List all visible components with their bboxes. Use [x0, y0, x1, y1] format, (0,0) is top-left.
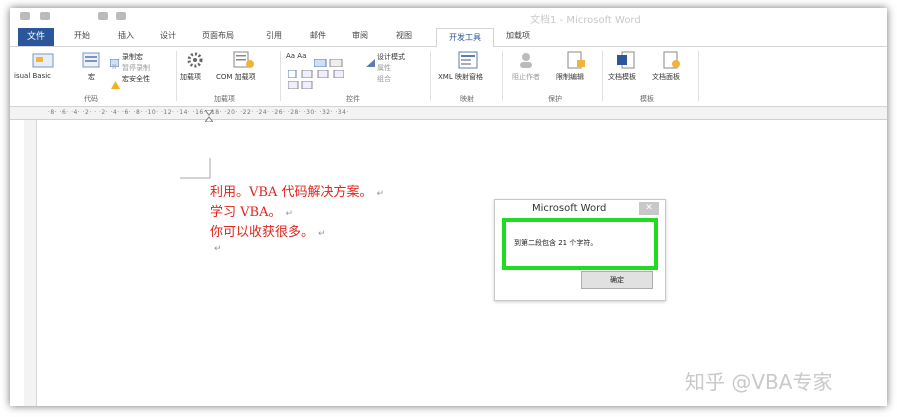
tab-references[interactable]: 引用 [266, 30, 282, 41]
legacy-tools-icon[interactable] [287, 74, 318, 90]
group-divider [502, 51, 503, 101]
tab-addins[interactable]: 加载项 [506, 30, 530, 41]
record-macro-icon [109, 52, 120, 68]
undo-icon[interactable] [40, 12, 50, 20]
document-line[interactable]: 利用。VBA 代码解决方案。 ↵ [210, 181, 384, 200]
dialog-message-box: 到第二段包含 21 个字符。 [502, 218, 658, 270]
tab-file[interactable]: 文件 [18, 28, 54, 46]
group-divider [176, 51, 177, 101]
addins-gear-icon [186, 51, 206, 69]
macros-button[interactable]: 宏 [88, 72, 95, 82]
restrict-editing-button[interactable]: 限制编辑 [556, 72, 584, 82]
horizontal-ruler[interactable]: ·8· ·6· ·4· ·2· · ·2· ·4· ·6· ·8· ·10· ·… [10, 107, 887, 123]
block-authors-button[interactable]: 阻止作者 [512, 72, 540, 82]
dialog-title-bar[interactable]: Microsoft Word ✕ [495, 200, 665, 218]
design-mode-button[interactable]: 设计模式 [377, 52, 405, 62]
group-label-controls: 控件 [346, 95, 360, 103]
dialog-message: 到第二段包含 21 个字符。 [514, 239, 598, 247]
xml-mapping-icon [458, 51, 478, 69]
group-label-code: 代码 [84, 95, 98, 103]
document-panel-button[interactable]: 文档面板 [652, 72, 680, 82]
pause-icon: II [112, 63, 117, 71]
com-addins-icon [232, 51, 256, 69]
group-divider [280, 51, 281, 101]
tab-developer[interactable]: 开发工具 [436, 28, 494, 48]
ruler-ticks: ·8· ·6· ·4· ·2· · ·2· ·4· ·6· ·8· ·10· ·… [48, 109, 349, 116]
title-bar: 文档1 - Microsoft Word [10, 8, 887, 28]
document-line[interactable]: 学习 VBA。 ↵ [210, 201, 293, 220]
pause-recording-button[interactable]: 暂停录制 [122, 63, 150, 73]
ribbon-developer: isual Basic 宏 录制宏 II 暂停录制 宏安全性 代码 加载项 CO… [10, 47, 887, 107]
group-label-addins: 加载项 [214, 95, 235, 103]
margin-corner-mark [180, 158, 212, 182]
dialog-title: Microsoft Word [532, 203, 607, 214]
document-template-icon [616, 51, 636, 69]
group-label-templates: 模板 [640, 95, 654, 103]
design-mode-icon [366, 52, 375, 67]
group-divider [430, 51, 431, 101]
document-line[interactable]: 你可以收获很多。 ↵ [210, 221, 326, 240]
addins-button[interactable]: 加载项 [180, 72, 201, 82]
word-window: 文档1 - Microsoft Word 文件 开始 插入 设计 页面布局 引用… [10, 8, 887, 406]
properties-button[interactable]: 属性 [377, 63, 391, 73]
tab-review[interactable]: 审阅 [352, 30, 368, 41]
com-addins-button[interactable]: COM 加载项 [216, 72, 256, 82]
macros-icon [82, 51, 102, 69]
checkbox-controls-icon[interactable] [287, 63, 345, 79]
xml-mapping-pane-button[interactable]: XML 映射窗格 [438, 72, 483, 82]
redo-icon[interactable] [98, 12, 108, 20]
group-label-protect: 保护 [548, 95, 562, 103]
warning-icon [111, 74, 120, 89]
group-label-mapping: 映射 [460, 95, 474, 103]
rich-text-control-icon[interactable]: Aa Aa [286, 52, 306, 60]
indent-marker-icon[interactable] [203, 107, 215, 123]
document-panel-icon [662, 51, 682, 69]
macro-security-button[interactable]: 宏安全性 [122, 74, 150, 84]
group-divider [698, 51, 699, 101]
visual-basic-icon [32, 51, 54, 69]
block-authors-icon [518, 51, 538, 69]
document-template-button[interactable]: 文档模板 [608, 72, 636, 82]
ok-button[interactable]: 确定 [581, 271, 653, 289]
ribbon-tabs: 文件 开始 插入 设计 页面布局 引用 邮件 审阅 视图 开发工具 加载项 [10, 28, 887, 48]
visual-basic-button[interactable]: isual Basic [14, 72, 51, 80]
tab-home[interactable]: 开始 [74, 30, 90, 41]
restrict-editing-icon [566, 51, 586, 69]
vertical-ruler[interactable] [24, 120, 37, 406]
tab-page-layout[interactable]: 页面布局 [202, 30, 234, 41]
group-button[interactable]: 组合 [377, 74, 391, 84]
customize-icon[interactable] [116, 12, 126, 20]
close-icon[interactable]: ✕ [639, 202, 659, 215]
tab-view[interactable]: 视图 [396, 30, 412, 41]
empty-paragraph[interactable]: ↵ [210, 240, 222, 255]
tab-design[interactable]: 设计 [160, 30, 176, 41]
record-macro-button[interactable]: 录制宏 [122, 52, 143, 62]
group-divider [602, 51, 603, 101]
message-dialog: Microsoft Word ✕ 到第二段包含 21 个字符。 确定 [494, 199, 666, 301]
watermark: 知乎 @VBA专家 [685, 370, 833, 394]
window-title: 文档1 - Microsoft Word [530, 15, 641, 26]
picture-combo-control-icon[interactable] [313, 52, 344, 68]
tab-insert[interactable]: 插入 [118, 30, 134, 41]
tab-mailings[interactable]: 邮件 [310, 30, 326, 41]
save-icon[interactable] [20, 12, 30, 20]
